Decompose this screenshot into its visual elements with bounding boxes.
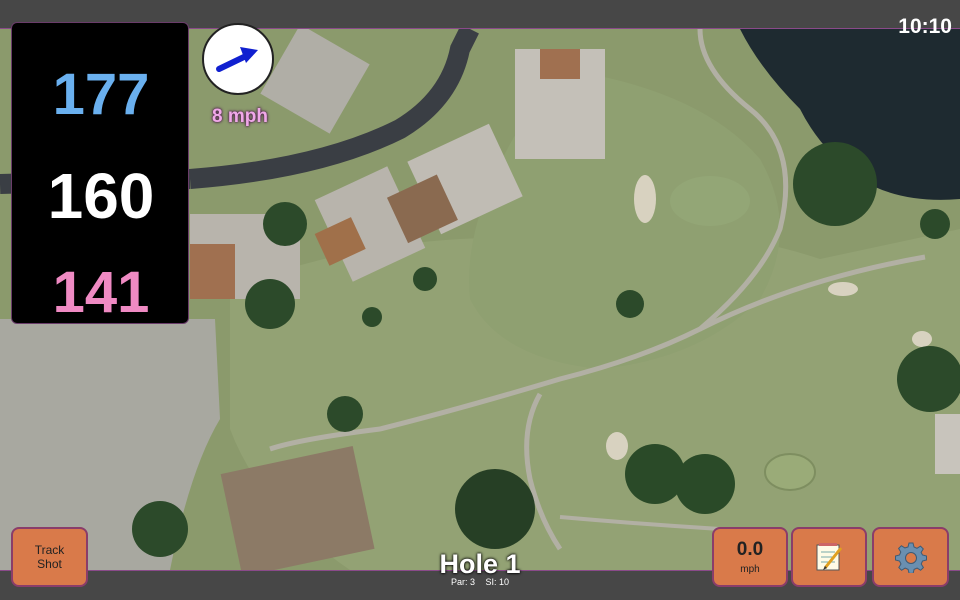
notepad-icon: [816, 543, 843, 571]
track-shot-button[interactable]: Track Shot: [11, 527, 88, 587]
wind-arrow-icon: [216, 47, 258, 72]
distance-panel: 177 160 141: [11, 22, 189, 325]
speed-button[interactable]: 0.0 mph: [712, 527, 788, 587]
front-distance: 141: [52, 260, 150, 325]
par-label: Par: 3: [450, 577, 475, 587]
stroke-index-label: SI: 10: [485, 577, 510, 587]
gear-icon: [894, 542, 927, 573]
hole-info: Par: 3 SI: 10: [380, 577, 580, 587]
clock: 10:10: [898, 15, 952, 38]
wind-speed: 8 mph: [212, 106, 268, 127]
track-shot-label: Track Shot: [34, 543, 65, 571]
middle-distance: 160: [47, 160, 155, 232]
wind-direction-indicator: [202, 23, 274, 95]
speed-value: 0.0: [736, 539, 764, 560]
hole-title: Hole 1: [439, 549, 521, 579]
settings-button[interactable]: [872, 527, 949, 587]
speed-unit: mph: [740, 564, 760, 575]
notes-button[interactable]: [791, 527, 867, 587]
back-distance: 177: [52, 62, 150, 127]
